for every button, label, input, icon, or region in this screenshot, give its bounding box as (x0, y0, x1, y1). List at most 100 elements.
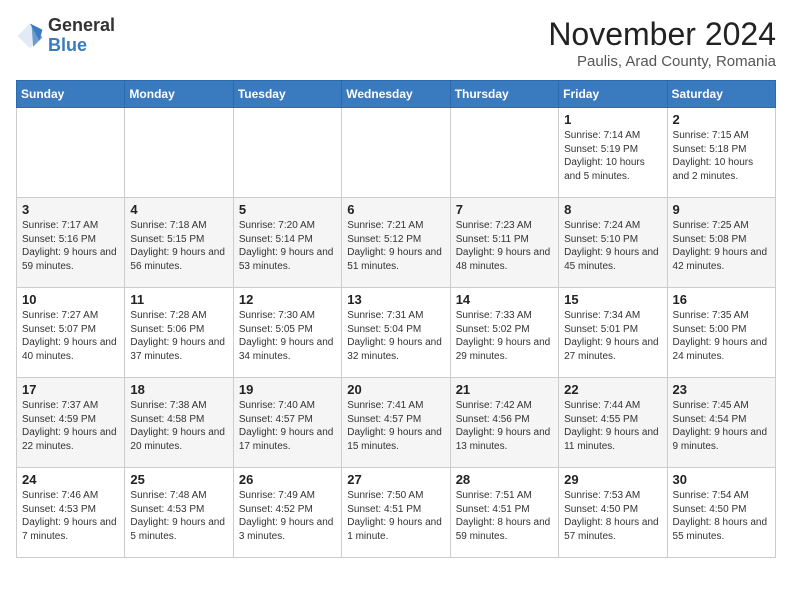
day-number: 5 (239, 202, 336, 217)
calendar-cell: 26 Sunrise: 7:49 AM Sunset: 4:52 PM Dayli… (233, 468, 341, 558)
day-info: Sunrise: 7:51 AM Sunset: 4:51 PM Dayligh… (456, 489, 553, 543)
day-info: Sunrise: 7:41 AM Sunset: 4:57 PM Dayligh… (347, 399, 444, 453)
day-number: 11 (130, 292, 227, 307)
calendar-week-4: 17 Sunrise: 7:37 AM Sunset: 4:59 PM Dayli… (17, 378, 776, 468)
calendar-cell: 21Sunrise: 7:42 AM Sunset: 4:56 PM Dayli… (450, 378, 558, 468)
calendar-cell: 25 Sunrise: 7:48 AM Sunset: 4:53 PM Dayli… (125, 468, 233, 558)
weekday-header-thursday: Thursday (450, 81, 558, 108)
day-info: Sunrise: 7:23 AM Sunset: 5:11 PM Dayligh… (456, 219, 553, 273)
day-info: Sunrise: 7:46 AM Sunset: 4:53 PM Dayligh… (22, 489, 119, 543)
calendar-cell: 20 Sunrise: 7:41 AM Sunset: 4:57 PM Dayli… (342, 378, 450, 468)
day-number: 18 (130, 382, 227, 397)
calendar-cell: 23Sunrise: 7:45 AM Sunset: 4:54 PM Dayli… (667, 378, 775, 468)
calendar-cell: 8Sunrise: 7:24 AM Sunset: 5:10 PM Daylig… (559, 198, 667, 288)
calendar-cell: 24 Sunrise: 7:46 AM Sunset: 4:53 PM Dayli… (17, 468, 125, 558)
calendar-cell: 9Sunrise: 7:25 AM Sunset: 5:08 PM Daylig… (667, 198, 775, 288)
day-number: 23 (673, 382, 770, 397)
calendar-cell: 16 Sunrise: 7:35 AM Sunset: 5:00 PM Dayli… (667, 288, 775, 378)
day-number: 17 (22, 382, 119, 397)
day-number: 4 (130, 202, 227, 217)
day-info: Sunrise: 7:38 AM Sunset: 4:58 PM Dayligh… (130, 399, 227, 453)
day-number: 25 (130, 472, 227, 487)
calendar-week-5: 24 Sunrise: 7:46 AM Sunset: 4:53 PM Dayli… (17, 468, 776, 558)
weekday-header-tuesday: Tuesday (233, 81, 341, 108)
day-number: 19 (239, 382, 336, 397)
day-info: Sunrise: 7:50 AM Sunset: 4:51 PM Dayligh… (347, 489, 444, 543)
calendar-cell: 27 Sunrise: 7:50 AM Sunset: 4:51 PM Dayli… (342, 468, 450, 558)
day-number: 7 (456, 202, 553, 217)
calendar-cell: 5Sunrise: 7:20 AM Sunset: 5:14 PM Daylig… (233, 198, 341, 288)
calendar-cell: 30Sunrise: 7:54 AM Sunset: 4:50 PM Dayli… (667, 468, 775, 558)
logo-text: General Blue (48, 16, 115, 56)
title-area: November 2024 Paulis, Arad County, Roman… (548, 16, 776, 70)
calendar-cell (17, 108, 125, 198)
calendar-cell (342, 108, 450, 198)
day-info: Sunrise: 7:49 AM Sunset: 4:52 PM Dayligh… (239, 489, 336, 543)
calendar-header: SundayMondayTuesdayWednesdayThursdayFrid… (17, 81, 776, 108)
day-number: 26 (239, 472, 336, 487)
day-info: Sunrise: 7:30 AM Sunset: 5:05 PM Dayligh… (239, 309, 336, 363)
location-subtitle: Paulis, Arad County, Romania (548, 53, 776, 70)
calendar-cell: 15Sunrise: 7:34 AM Sunset: 5:01 PM Dayli… (559, 288, 667, 378)
day-number: 2 (673, 112, 770, 127)
weekday-header-wednesday: Wednesday (342, 81, 450, 108)
calendar-week-3: 10Sunrise: 7:27 AM Sunset: 5:07 PM Dayli… (17, 288, 776, 378)
calendar-cell: 3 Sunrise: 7:17 AM Sunset: 5:16 PM Daylig… (17, 198, 125, 288)
calendar-cell: 17 Sunrise: 7:37 AM Sunset: 4:59 PM Dayli… (17, 378, 125, 468)
calendar-cell: 11 Sunrise: 7:28 AM Sunset: 5:06 PM Dayli… (125, 288, 233, 378)
day-number: 16 (673, 292, 770, 307)
calendar-cell: 10Sunrise: 7:27 AM Sunset: 5:07 PM Dayli… (17, 288, 125, 378)
day-info: Sunrise: 7:37 AM Sunset: 4:59 PM Dayligh… (22, 399, 119, 453)
day-info: Sunrise: 7:15 AM Sunset: 5:18 PM Dayligh… (673, 129, 770, 183)
day-info: Sunrise: 7:40 AM Sunset: 4:57 PM Dayligh… (239, 399, 336, 453)
day-info: Sunrise: 7:21 AM Sunset: 5:12 PM Dayligh… (347, 219, 444, 273)
calendar-body: 1Sunrise: 7:14 AM Sunset: 5:19 PM Daylig… (17, 108, 776, 558)
day-number: 27 (347, 472, 444, 487)
calendar-week-2: 3 Sunrise: 7:17 AM Sunset: 5:16 PM Daylig… (17, 198, 776, 288)
calendar-cell: 29 Sunrise: 7:53 AM Sunset: 4:50 PM Dayli… (559, 468, 667, 558)
calendar-cell (233, 108, 341, 198)
day-info: Sunrise: 7:53 AM Sunset: 4:50 PM Dayligh… (564, 489, 661, 543)
logo-icon (16, 22, 44, 50)
weekday-header-sunday: Sunday (17, 81, 125, 108)
day-info: Sunrise: 7:54 AM Sunset: 4:50 PM Dayligh… (673, 489, 770, 543)
day-info: Sunrise: 7:35 AM Sunset: 5:00 PM Dayligh… (673, 309, 770, 363)
day-number: 24 (22, 472, 119, 487)
day-number: 6 (347, 202, 444, 217)
day-info: Sunrise: 7:24 AM Sunset: 5:10 PM Dayligh… (564, 219, 661, 273)
calendar-table: SundayMondayTuesdayWednesdayThursdayFrid… (16, 80, 776, 558)
day-number: 29 (564, 472, 661, 487)
calendar-cell: 22Sunrise: 7:44 AM Sunset: 4:55 PM Dayli… (559, 378, 667, 468)
calendar-cell (125, 108, 233, 198)
calendar-cell (450, 108, 558, 198)
day-info: Sunrise: 7:28 AM Sunset: 5:06 PM Dayligh… (130, 309, 227, 363)
calendar-cell: 4 Sunrise: 7:18 AM Sunset: 5:15 PM Daylig… (125, 198, 233, 288)
day-number: 14 (456, 292, 553, 307)
day-number: 3 (22, 202, 119, 217)
header: General Blue November 2024 Paulis, Arad … (16, 16, 776, 70)
calendar-cell: 2 Sunrise: 7:15 AM Sunset: 5:18 PM Daylig… (667, 108, 775, 198)
month-year-title: November 2024 (548, 16, 776, 53)
calendar-week-1: 1Sunrise: 7:14 AM Sunset: 5:19 PM Daylig… (17, 108, 776, 198)
calendar-cell: 7 Sunrise: 7:23 AM Sunset: 5:11 PM Daylig… (450, 198, 558, 288)
day-number: 9 (673, 202, 770, 217)
day-number: 13 (347, 292, 444, 307)
day-info: Sunrise: 7:14 AM Sunset: 5:19 PM Dayligh… (564, 129, 661, 183)
calendar-cell: 19 Sunrise: 7:40 AM Sunset: 4:57 PM Dayli… (233, 378, 341, 468)
calendar-cell: 1Sunrise: 7:14 AM Sunset: 5:19 PM Daylig… (559, 108, 667, 198)
weekday-header-row: SundayMondayTuesdayWednesdayThursdayFrid… (17, 81, 776, 108)
day-number: 20 (347, 382, 444, 397)
day-number: 15 (564, 292, 661, 307)
day-info: Sunrise: 7:31 AM Sunset: 5:04 PM Dayligh… (347, 309, 444, 363)
logo: General Blue (16, 16, 115, 56)
calendar-cell: 13 Sunrise: 7:31 AM Sunset: 5:04 PM Dayli… (342, 288, 450, 378)
day-info: Sunrise: 7:18 AM Sunset: 5:15 PM Dayligh… (130, 219, 227, 273)
logo-blue-text: Blue (48, 35, 87, 55)
calendar-cell: 18 Sunrise: 7:38 AM Sunset: 4:58 PM Dayli… (125, 378, 233, 468)
day-info: Sunrise: 7:48 AM Sunset: 4:53 PM Dayligh… (130, 489, 227, 543)
day-number: 12 (239, 292, 336, 307)
day-number: 10 (22, 292, 119, 307)
day-info: Sunrise: 7:17 AM Sunset: 5:16 PM Dayligh… (22, 219, 119, 273)
weekday-header-friday: Friday (559, 81, 667, 108)
day-info: Sunrise: 7:33 AM Sunset: 5:02 PM Dayligh… (456, 309, 553, 363)
